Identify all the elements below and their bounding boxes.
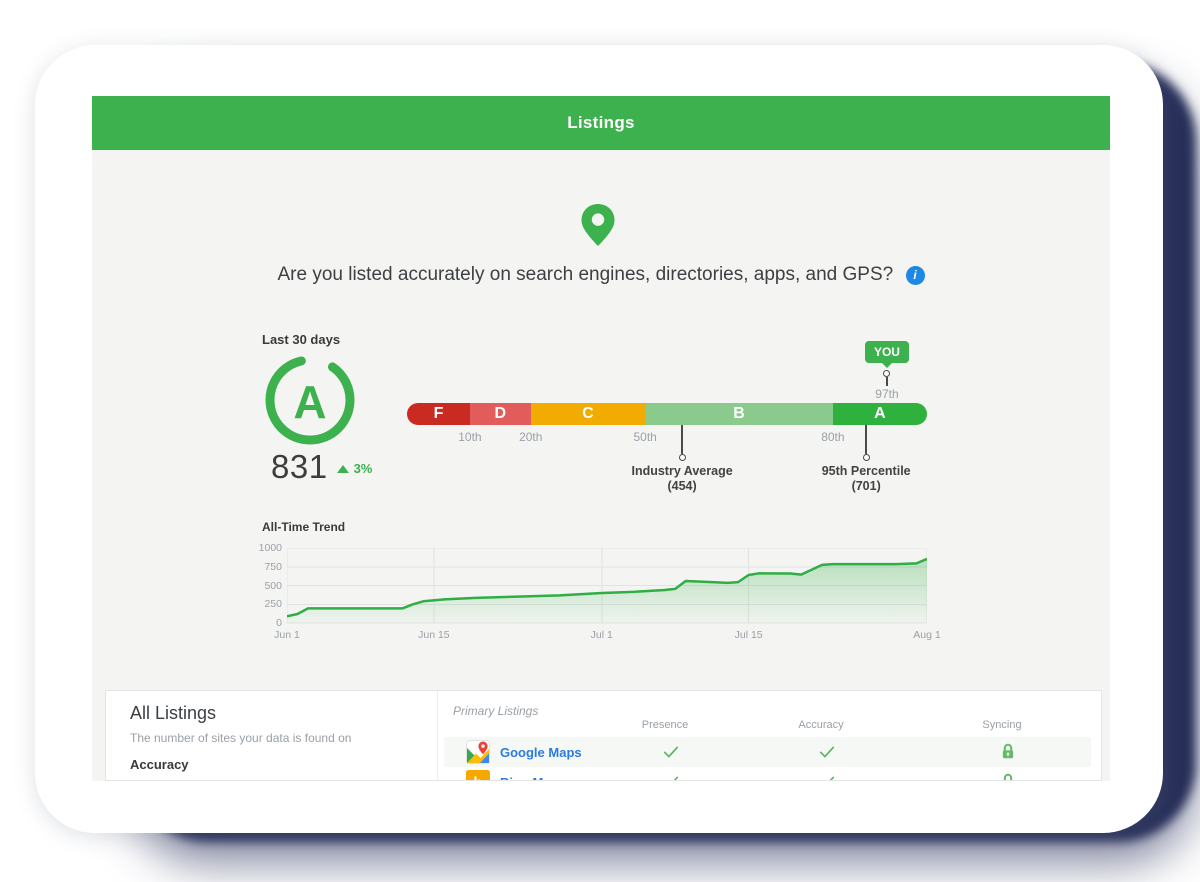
grade-segment-f: F (407, 403, 470, 425)
y-axis-label: 750 (242, 561, 282, 573)
marker-value: (701) (852, 480, 881, 493)
you-badge: YOU (865, 341, 909, 363)
all-listings-panel: All Listings The number of sites your da… (118, 691, 436, 780)
score-delta: 3% (354, 461, 373, 476)
bar-marker: 95th Percentile (701) (791, 425, 941, 493)
lock-icon (999, 742, 1018, 766)
marker-value: (454) (667, 480, 696, 493)
score-gauge: A (264, 354, 356, 446)
grade-segment-a: A (833, 403, 927, 425)
info-icon[interactable]: i (906, 266, 925, 285)
check-icon (661, 742, 681, 767)
site-link[interactable]: Google Maps (500, 745, 582, 760)
marker-label: 95th Percentile (822, 465, 911, 478)
accuracy-section-label: Accuracy (130, 757, 189, 772)
you-marker: YOU 97th (842, 341, 932, 401)
percentile-grade-bar: FDCBA (407, 403, 927, 425)
marker-label: Industry Average (631, 465, 732, 478)
app-header: Listings (92, 96, 1110, 150)
check-icon (817, 742, 837, 767)
trend-chart: 02505007501000Jun 1Jun 15Jul 1Jul 15Aug … (287, 548, 927, 623)
check-icon (661, 772, 681, 781)
map-pin-icon (574, 201, 622, 249)
primary-listings-panel: Primary Listings Presence Accuracy Syncing… (438, 691, 1101, 780)
site-link[interactable]: Bing Maps (500, 775, 566, 781)
marker-dot-icon (679, 454, 686, 461)
you-stem (886, 377, 888, 386)
grade-letter: A (264, 356, 356, 448)
column-header-syncing: Syncing (982, 719, 1021, 731)
score-value: 831 (271, 448, 328, 486)
x-axis-label: Jun 1 (274, 629, 300, 641)
marker-line (865, 425, 867, 454)
x-axis-label: Jul 15 (735, 629, 763, 641)
all-listings-title: All Listings (130, 703, 216, 724)
lock-icon (999, 772, 1018, 781)
column-header-presence: Presence (642, 719, 688, 731)
you-dot-icon (883, 370, 890, 377)
hero-question: Are you listed accurately on search engi… (92, 264, 1110, 286)
grade-segment-c: C (531, 403, 645, 425)
hero-question-text: Are you listed accurately on search engi… (277, 264, 893, 285)
svg-text:b: b (473, 775, 482, 782)
table-row: Google Maps (444, 737, 1091, 767)
listings-dashboard: Listings Are you listed accurately on se… (92, 96, 1110, 781)
marker-line (681, 425, 683, 454)
trend-chart-plot (287, 548, 927, 625)
percentile-tick: 20th (519, 430, 542, 444)
page-title: Listings (92, 96, 1110, 150)
you-percentile: 97th (875, 387, 898, 401)
period-label: Last 30 days (262, 332, 340, 347)
x-axis-label: Jul 1 (591, 629, 613, 641)
bing-maps-icon: b (466, 770, 490, 781)
score-row: 831 3% (271, 448, 372, 486)
y-axis-label: 250 (242, 598, 282, 610)
percentile-tick: 10th (458, 430, 481, 444)
primary-listings-title: Primary Listings (453, 704, 538, 718)
y-axis-label: 0 (242, 617, 282, 629)
screenshot-stage: Listings Are you listed accurately on se… (0, 0, 1200, 882)
marker-dot-icon (863, 454, 870, 461)
table-row: b Bing Maps (444, 767, 1091, 781)
you-caret-icon (882, 363, 892, 368)
trend-chart-title: All-Time Trend (262, 520, 345, 534)
x-axis-label: Aug 1 (913, 629, 940, 641)
y-axis-label: 500 (242, 580, 282, 592)
check-icon (817, 772, 837, 781)
grade-segment-d: D (470, 403, 531, 425)
google-maps-icon (466, 740, 490, 764)
all-listings-subtitle: The number of sites your data is found o… (130, 731, 351, 745)
x-axis-label: Jun 15 (418, 629, 450, 641)
listings-detail-card: All Listings The number of sites your da… (105, 690, 1102, 781)
bar-marker: Industry Average (454) (607, 425, 757, 493)
column-header-accuracy: Accuracy (798, 719, 843, 731)
trend-up-icon (337, 465, 349, 473)
y-axis-label: 1000 (242, 542, 282, 554)
grade-segment-b: B (645, 403, 833, 425)
